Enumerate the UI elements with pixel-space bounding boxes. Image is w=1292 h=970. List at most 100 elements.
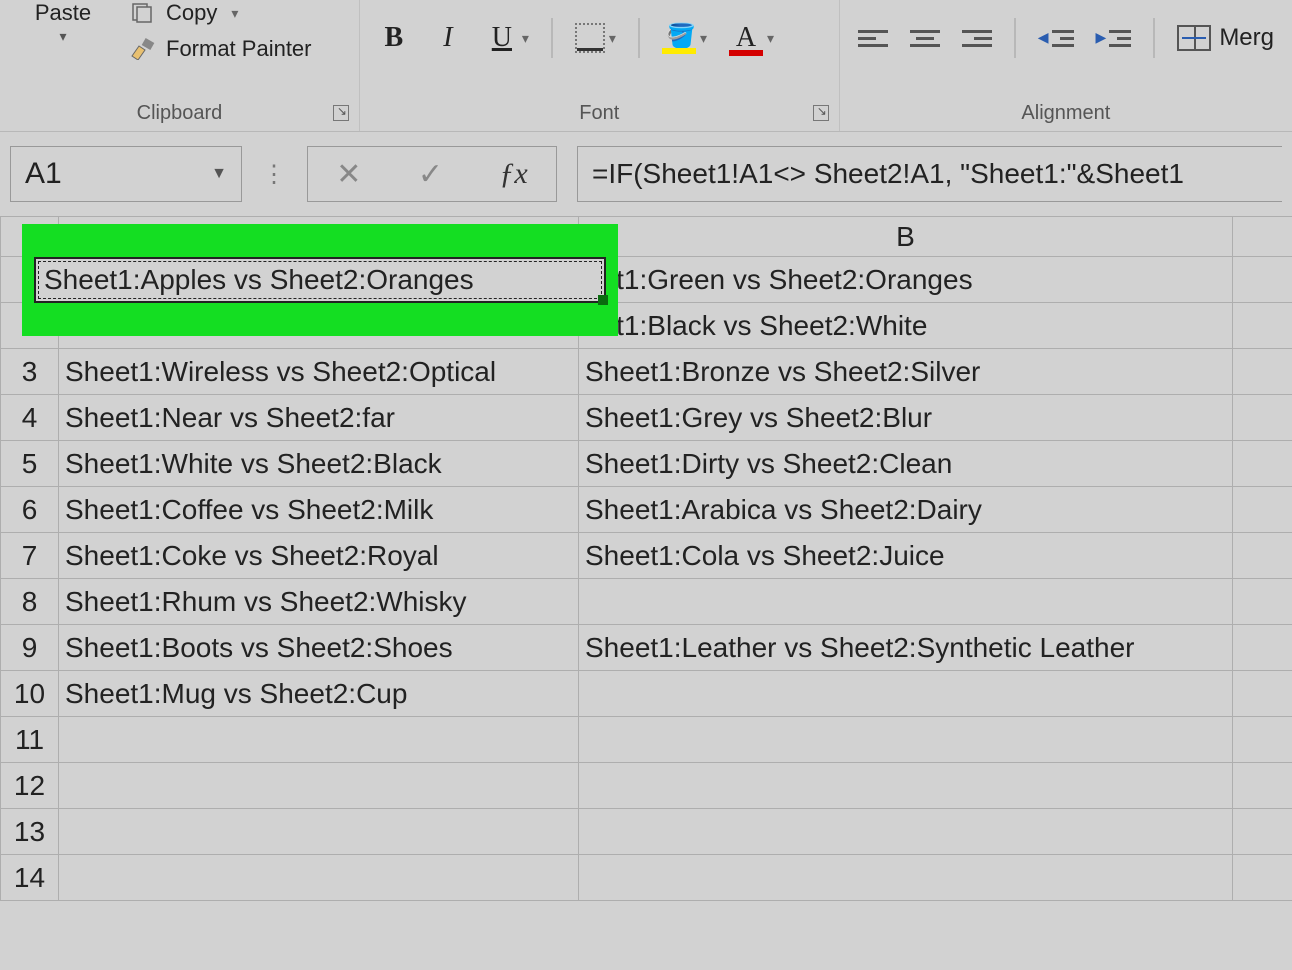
align-center-button[interactable] [910,30,940,47]
active-cell[interactable]: Sheet1:Apples vs Sheet2:Oranges [34,257,606,303]
row-header[interactable]: 5 [1,441,59,487]
cell[interactable]: Sheet1:Coke vs Sheet2:Royal [59,533,579,579]
cell[interactable]: Sheet1:Bronze vs Sheet2:Silver [579,349,1233,395]
merge-button[interactable]: Merg [1177,24,1274,52]
col-header-C[interactable] [1233,217,1292,257]
cell[interactable]: Sheet1:Coffee vs Sheet2:Milk [59,487,579,533]
col-header-B[interactable]: B [579,217,1233,257]
bold-button[interactable]: B [378,18,410,58]
merge-icon [1177,25,1211,51]
highlight-callout: Sheet1:Apples vs Sheet2:Oranges [22,224,618,336]
row-header[interactable]: 13 [1,809,59,855]
cell[interactable] [59,717,579,763]
row-header[interactable]: 10 [1,671,59,717]
cell[interactable]: Sheet1:Arabica vs Sheet2:Dairy [579,487,1233,533]
table-row: 8Sheet1:Rhum vs Sheet2:Whisky [1,579,1292,625]
copy-button[interactable]: Copy ▾ [128,0,312,26]
cell[interactable] [1233,855,1292,901]
cell[interactable] [579,763,1233,809]
row-header[interactable]: 9 [1,625,59,671]
cell[interactable] [59,763,579,809]
cell[interactable] [59,855,579,901]
cell[interactable] [1233,533,1292,579]
cell[interactable]: Sheet1:Rhum vs Sheet2:Whisky [59,579,579,625]
underline-button[interactable]: U [486,18,518,58]
paste-label: Paste [35,0,91,26]
cell[interactable] [1233,303,1292,349]
cell[interactable] [1233,809,1292,855]
row-header[interactable]: 8 [1,579,59,625]
row-header[interactable]: 7 [1,533,59,579]
formula-text: =IF(Sheet1!A1<> Sheet2!A1, "Sheet1:"&She… [592,158,1184,190]
merge-label: Merg [1219,24,1274,52]
formula-input[interactable]: =IF(Sheet1!A1<> Sheet2!A1, "Sheet1:"&She… [577,146,1282,202]
cell[interactable]: eet1:Black vs Sheet2:White [579,303,1233,349]
chevron-down-icon[interactable]: ▾ [767,30,774,47]
table-row: 6Sheet1:Coffee vs Sheet2:MilkSheet1:Arab… [1,487,1292,533]
name-box[interactable]: A1 ▼ [10,146,242,202]
cell[interactable] [1233,441,1292,487]
paste-button[interactable]: Paste ▾ [18,0,108,62]
cell[interactable] [579,671,1233,717]
align-right-button[interactable] [962,30,992,47]
format-painter-label: Format Painter [166,36,312,62]
row-header[interactable]: 6 [1,487,59,533]
row-header[interactable]: 14 [1,855,59,901]
cell[interactable] [1233,579,1292,625]
align-left-button[interactable] [858,30,888,47]
separator [1014,18,1016,58]
row-header[interactable]: 3 [1,349,59,395]
cell[interactable] [59,809,579,855]
cancel-icon[interactable]: ✕ [336,157,361,192]
increase-indent-button[interactable] [1096,29,1132,47]
cell[interactable]: Sheet1:Boots vs Sheet2:Shoes [59,625,579,671]
chevron-down-icon[interactable]: ▼ [211,165,227,183]
fill-color-button[interactable]: 🪣 [662,22,696,54]
decrease-indent-button[interactable] [1038,29,1074,47]
format-painter-button[interactable]: Format Painter [128,36,312,62]
cell[interactable]: Sheet1:Cola vs Sheet2:Juice [579,533,1233,579]
cell[interactable]: Sheet1:Near vs Sheet2:far [59,395,579,441]
cell[interactable]: eet1:Green vs Sheet2:Oranges [579,257,1233,303]
borders-icon[interactable] [575,23,605,53]
fx-icon[interactable]: ƒx [499,157,527,191]
copy-label: Copy [166,0,217,26]
table-row: 3Sheet1:Wireless vs Sheet2:OpticalSheet1… [1,349,1292,395]
cell[interactable] [579,855,1233,901]
cell[interactable] [1233,349,1292,395]
cell[interactable] [1233,395,1292,441]
cell[interactable] [1233,671,1292,717]
bucket-icon: 🪣 [666,22,696,51]
chevron-down-icon[interactable]: ▾ [59,28,66,45]
spreadsheet-grid[interactable]: Sheet1:Apples vs Sheet2:Oranges B eet1:G… [0,216,1292,901]
cell[interactable] [579,809,1233,855]
cell[interactable] [1233,487,1292,533]
chevron-down-icon[interactable]: ▾ [231,5,238,22]
cell[interactable] [1233,763,1292,809]
enter-icon[interactable]: ✓ [418,157,443,192]
cell[interactable] [579,579,1233,625]
row-header[interactable]: 12 [1,763,59,809]
table-row: 9Sheet1:Boots vs Sheet2:ShoesSheet1:Leat… [1,625,1292,671]
cell[interactable]: Sheet1:Grey vs Sheet2:Blur [579,395,1233,441]
cell[interactable] [579,717,1233,763]
cell[interactable] [1233,257,1292,303]
cell[interactable]: Sheet1:Leather vs Sheet2:Synthetic Leath… [579,625,1233,671]
cell[interactable] [1233,717,1292,763]
cell[interactable] [1233,625,1292,671]
drag-handle-icon[interactable]: ⋮ [262,160,287,189]
cell[interactable]: Sheet1:White vs Sheet2:Black [59,441,579,487]
chevron-down-icon[interactable]: ▾ [700,30,707,47]
separator [638,18,640,58]
dialog-launcher-icon[interactable] [333,105,349,121]
row-header[interactable]: 11 [1,717,59,763]
row-header[interactable]: 4 [1,395,59,441]
cell[interactable]: Sheet1:Wireless vs Sheet2:Optical [59,349,579,395]
dialog-launcher-icon[interactable] [813,105,829,121]
chevron-down-icon[interactable]: ▾ [522,30,529,47]
cell[interactable]: Sheet1:Dirty vs Sheet2:Clean [579,441,1233,487]
italic-button[interactable]: I [432,18,464,58]
cell[interactable]: Sheet1:Mug vs Sheet2:Cup [59,671,579,717]
font-color-button[interactable]: A [729,22,763,54]
chevron-down-icon[interactable]: ▾ [609,30,616,47]
